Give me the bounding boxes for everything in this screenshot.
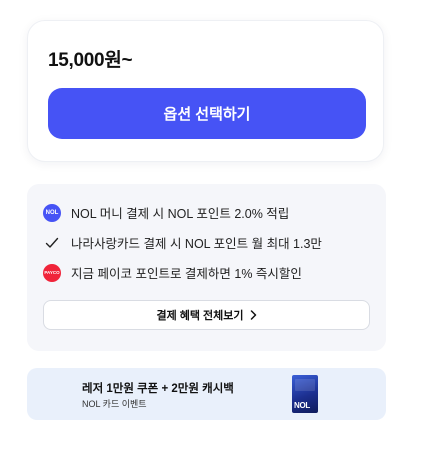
price-label: 15,000원~ [48,50,133,71]
benefit-item-nol-money: NOL NOL 머니 결제 시 NOL 포인트 2.0% 적립 [43,203,289,222]
view-all-benefits-button[interactable]: 결제 혜택 전체보기 [43,300,370,330]
payco-logo-icon: PAYCO [43,263,61,282]
benefit-item-payco: PAYCO 지금 페이코 포인트로 결제하면 1% 즉시할인 [43,263,302,282]
benefit-text: 나라사랑카드 결제 시 NOL 포인트 월 최대 1.3만 [71,237,322,251]
promo-title: 레저 1만원 쿠폰 + 2만원 캐시백 [82,383,234,395]
price-card: 15,000원~ 옵션 선택하기 [27,20,384,162]
promo-subtitle: NOL 카드 이벤트 [82,399,147,409]
select-option-button[interactable]: 옵션 선택하기 [48,88,366,139]
card-label: NOL [294,401,310,410]
nol-card-image: NOL [292,375,318,413]
benefit-text: 지금 페이코 포인트로 결제하면 1% 즉시할인 [71,267,302,281]
checkmark-icon [43,234,61,252]
chevron-right-icon [250,310,257,320]
payment-benefits-panel: NOL NOL 머니 결제 시 NOL 포인트 2.0% 적립 나라사랑카드 결… [27,184,386,351]
view-all-label: 결제 혜택 전체보기 [156,310,244,322]
benefit-item-nara-card: 나라사랑카드 결제 시 NOL 포인트 월 최대 1.3만 [43,233,322,252]
benefit-text: NOL 머니 결제 시 NOL 포인트 2.0% 적립 [71,207,290,221]
promo-banner[interactable]: 레저 1만원 쿠폰 + 2만원 캐시백 NOL 카드 이벤트 NOL [27,368,386,420]
nol-logo-icon: NOL [43,203,61,222]
